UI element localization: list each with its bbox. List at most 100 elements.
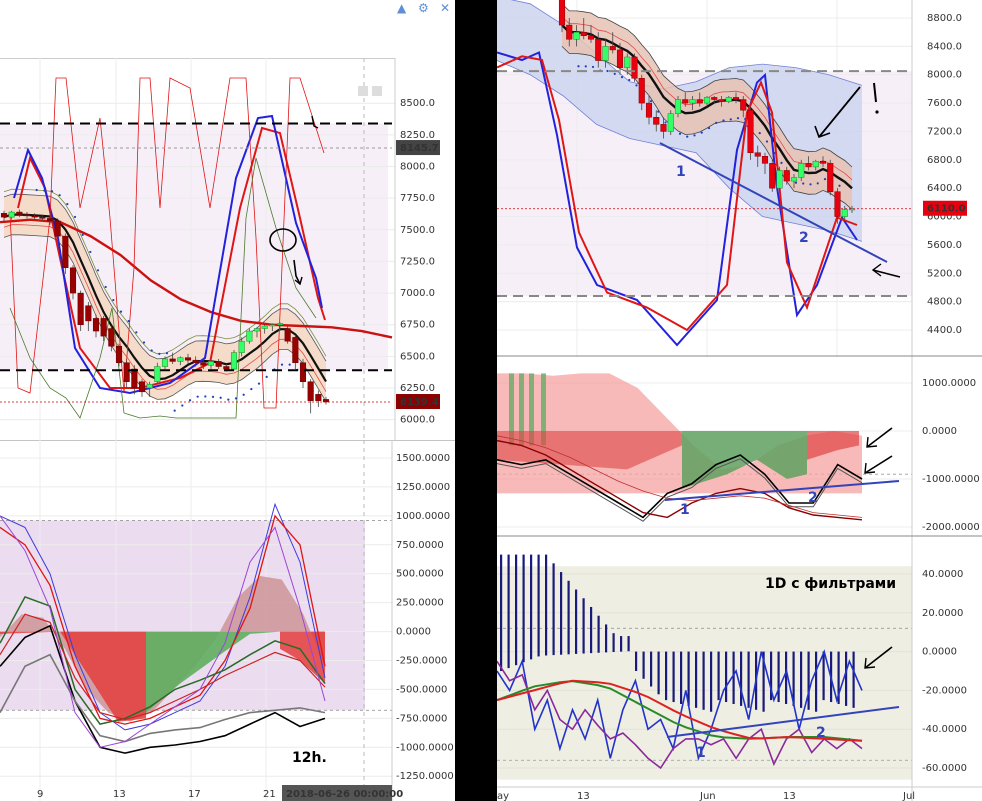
y-tick-label: 8500.0 (400, 98, 435, 109)
candle-body (602, 46, 609, 61)
candle-body (660, 124, 667, 132)
right-price-chart[interactable]: 124400.04800.05200.05600.06000.06400.068… (497, 0, 982, 357)
histogram-bar (815, 651, 818, 712)
candle-body (754, 152, 761, 157)
candle-body (315, 394, 322, 401)
stop-dot (112, 298, 115, 302)
right-bottom-pane[interactable]: 1 2 1D с фильтрами -60.0000 -40.0000 -20.0000… (497, 537, 982, 801)
histogram-bar (747, 651, 750, 708)
candle-body (827, 163, 834, 192)
y-tick-label: 750.0000 (396, 540, 444, 551)
stop-dot (678, 132, 682, 135)
histogram-bar (710, 651, 713, 712)
stop-dot (66, 202, 69, 206)
candle-body (566, 24, 573, 40)
y-tick-label: 6800.0 (927, 155, 962, 166)
candle-body (761, 156, 769, 164)
histogram-bar (635, 651, 638, 671)
stop-dot (81, 233, 84, 236)
y-tick-label: 8800.0 (927, 13, 962, 24)
histogram-bar (807, 651, 810, 710)
histogram-bar (665, 651, 668, 701)
right-middle-chart[interactable]: 1 2 -2000.0000 -1000.0000 0.0000 1000.0000 (497, 357, 982, 537)
pane-lock-icon (358, 86, 368, 96)
histogram-bar (560, 572, 563, 655)
stop-dot (58, 194, 61, 197)
candle-body (747, 109, 754, 153)
candle-body (77, 292, 84, 325)
close-icon[interactable]: ✕ (440, 1, 450, 15)
candle-body (85, 305, 92, 322)
stop-dot (729, 118, 732, 121)
left-oscillator-chart[interactable]: -1250.0000 -1000.0000 -750.0000 -500.0000 -2… (0, 440, 455, 801)
stop-dot (43, 189, 46, 192)
candle-body (276, 323, 284, 325)
right-price-pane[interactable]: 1 2 4400.0 4800.0 5200.0 5600.0 6000.0 6400.0 68… (497, 0, 982, 357)
candle-body (223, 366, 230, 370)
candle-body (115, 345, 123, 363)
right-middle-pane[interactable]: 1 2 -2000.0000 -1000.0000 0.0000 1000.0000 (497, 357, 982, 537)
stop-dot (89, 250, 92, 254)
y-tick-label: -1000.0000 (396, 742, 454, 753)
histogram-bar (777, 651, 780, 703)
x-tick-label: 21 (263, 789, 276, 800)
y-tick-label: -500.0000 (396, 684, 447, 695)
candle-body (23, 214, 31, 217)
stop-dot (758, 131, 761, 135)
timeframe-annotation: 12h. (292, 750, 327, 766)
y-tick-label: -40.0000 (922, 724, 967, 735)
candle-body (841, 209, 848, 217)
x-tick-label: 13 (113, 789, 126, 800)
left-price-chart[interactable]: 6000.0 6250.0 6500.0 6750.0 7000.0 7250.0 7500… (0, 58, 455, 440)
stop-dot (35, 188, 38, 192)
candle-body (769, 163, 776, 189)
stop-dot (649, 100, 653, 103)
left-price-pane[interactable]: 6000.0 6250.0 6500.0 6750.0 7000.0 7250.0 7500… (0, 58, 455, 440)
stop-dot (227, 398, 230, 401)
y-tick-label: 7750.0 (400, 193, 435, 204)
y-tick-label: 500.0000 (396, 569, 444, 580)
right-bottom-chart[interactable]: 1 2 1D с фильтрами -60.0000 -40.0000 -20.0000… (497, 537, 982, 801)
candle-body (834, 191, 841, 217)
candle-body (123, 362, 130, 382)
y-tick-label: 8400.0 (927, 41, 962, 52)
y-tick-label: 1500.0000 (396, 453, 450, 464)
candle-body (609, 46, 616, 51)
stop-dot (664, 121, 667, 124)
y-tick-label: -1000.0000 (922, 474, 980, 485)
candle-body (284, 328, 291, 342)
histogram-bar (620, 636, 623, 652)
stop-dot (816, 182, 819, 185)
y-tick-label: 250.0000 (396, 598, 444, 609)
chevron-up-icon[interactable]: ▲ (397, 1, 406, 15)
histogram-bar (500, 554, 503, 671)
gear-icon[interactable]: ⚙ (418, 1, 429, 15)
candle-body (16, 211, 23, 215)
x-tick-label: 13 (783, 791, 796, 801)
candle-body (200, 362, 207, 366)
y-tick-label: 40.0000 (922, 569, 963, 580)
candle-body (624, 56, 631, 68)
candle-body (238, 340, 245, 353)
y-tick-label: 8000.0 (927, 70, 962, 81)
stop-dot (265, 375, 268, 378)
candle-body (558, 0, 566, 26)
candle-body (703, 97, 711, 104)
y-tick-label: 1000.0000 (396, 511, 450, 522)
candle-body (253, 328, 261, 332)
histogram-bar (575, 589, 578, 654)
stop-dot (635, 84, 638, 87)
candle-body (215, 361, 222, 367)
stop-dot (620, 76, 624, 79)
candle-body (207, 361, 215, 366)
stop-dot (736, 117, 740, 120)
label-1: 1 (676, 164, 686, 180)
histogram-bar (852, 651, 855, 708)
histogram-bar (642, 651, 645, 679)
left-oscillator-pane[interactable]: -1250.0000 -1000.0000 -750.0000 -500.0000 -2… (0, 440, 455, 801)
histogram-bar (627, 636, 630, 652)
stop-dot (613, 72, 616, 75)
candle-body (0, 213, 8, 218)
stop-dot (96, 269, 100, 272)
candle-body (169, 358, 176, 362)
